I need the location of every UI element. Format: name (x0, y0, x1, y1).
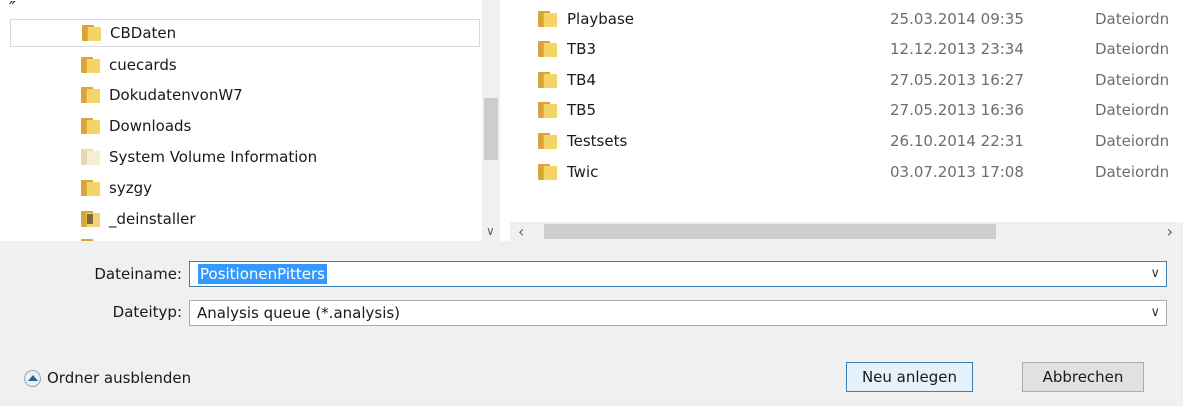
tree-item-label: System Volume Information (109, 148, 318, 166)
save-options-panel: Dateiname: PositionenPitters ∨ Dateityp:… (0, 241, 1183, 406)
file-date: 26.10.2014 22:31 (890, 131, 1024, 150)
folder-icon (81, 149, 100, 165)
folder-icon (538, 40, 557, 57)
file-date: 03.07.2013 17:08 (890, 162, 1024, 181)
folder-icon (81, 57, 100, 73)
tree-item-downloads[interactable]: Downloads (10, 112, 480, 140)
file-type: Dateiordn (1095, 39, 1170, 58)
filetype-select[interactable]: Analysis queue (*.analysis) ∨ (189, 300, 1167, 326)
folder-icon (538, 10, 557, 27)
tree-item-label: cuecards (109, 56, 177, 74)
filename-label: Dateiname: (94, 265, 182, 283)
scrollbar-thumb[interactable] (484, 98, 498, 160)
chevron-right-icon[interactable]: › (1167, 222, 1173, 241)
file-list-horizontal-scrollbar[interactable]: ‹ › (510, 222, 1183, 241)
folder-icon (81, 118, 100, 134)
folder-icon (81, 180, 100, 196)
file-row-tb4[interactable]: TB4 27.05.2013 16:27 Dateiordn (510, 64, 1183, 95)
tree-item-system-volume-information[interactable]: System Volume Information (10, 143, 480, 171)
file-type: Dateiordn (1095, 100, 1170, 119)
tree-item-label: Downloads (109, 117, 192, 135)
tree-item-syzgy[interactable]: syzgy (10, 174, 480, 202)
folder-icon (538, 132, 557, 149)
hide-folders-toggle[interactable]: Ordner ausblenden (24, 369, 191, 387)
file-type: Dateiordn (1095, 162, 1170, 181)
filename-input[interactable]: PositionenPitters ∨ (189, 261, 1167, 287)
folder-icon (82, 25, 101, 41)
scrollbar-thumb[interactable] (544, 224, 996, 239)
file-type: Dateiordn (1095, 131, 1170, 150)
file-date: 12.12.2013 23:34 (890, 39, 1024, 58)
tree-item-label: syzgy (109, 179, 152, 197)
filename-value: PositionenPitters (198, 264, 327, 284)
folder-icon (538, 101, 557, 118)
folder-tree: CBDaten cuecards DokudatenvonW7 Download… (0, 0, 500, 241)
filetype-value: Analysis queue (*.analysis) (197, 304, 401, 322)
cancel-button[interactable]: Abbrechen (1022, 362, 1144, 392)
special-folder-icon (81, 211, 100, 227)
tree-item-deinstaller[interactable]: _deinstaller (10, 205, 480, 233)
chevron-down-icon[interactable]: ∨ (1150, 266, 1160, 281)
file-list: Playbase 25.03.2014 09:35 Dateiordn TB3 … (510, 0, 1183, 222)
file-row-playbase[interactable]: Playbase 25.03.2014 09:35 Dateiordn (510, 3, 1183, 34)
file-name: TB4 (567, 70, 596, 89)
tree-item-cuecards[interactable]: cuecards (10, 51, 480, 79)
tree-item-label: DokudatenvonW7 (109, 86, 243, 104)
folder-icon (81, 87, 100, 103)
tree-vertical-scrollbar[interactable]: ∨ (482, 0, 500, 241)
file-date: 27.05.2013 16:36 (890, 100, 1024, 119)
folder-icon (538, 163, 557, 180)
folder-icon (538, 71, 557, 88)
file-name: Testsets (567, 131, 628, 150)
tree-item-label: CBDaten (110, 24, 177, 42)
tree-item-label: _deinstaller (109, 210, 196, 228)
hide-folders-label: Ordner ausblenden (47, 369, 192, 387)
collapse-up-icon[interactable] (24, 369, 41, 387)
file-type: Dateiordn (1095, 9, 1170, 28)
chevron-left-icon[interactable]: ‹ (518, 222, 524, 241)
create-button[interactable]: Neu anlegen (846, 362, 973, 392)
file-date: 25.03.2014 09:35 (890, 9, 1024, 28)
file-row-testsets[interactable]: Testsets 26.10.2014 22:31 Dateiordn (510, 125, 1183, 156)
file-name: Twic (567, 162, 599, 181)
file-row-tb5[interactable]: TB5 27.05.2013 16:36 Dateiordn (510, 94, 1183, 125)
file-name: TB5 (567, 100, 596, 119)
file-type: Dateiordn (1095, 70, 1170, 89)
tree-item-cbdaten[interactable]: CBDaten (10, 19, 480, 47)
file-date: 27.05.2013 16:27 (890, 70, 1024, 89)
file-row-twic[interactable]: Twic 03.07.2013 17:08 Dateiordn (510, 156, 1183, 187)
file-name: Playbase (567, 9, 635, 28)
chevron-down-icon[interactable]: ∨ (1150, 305, 1160, 320)
chevron-down-icon[interactable]: ∨ (486, 224, 495, 238)
tree-item-dokudaten[interactable]: DokudatenvonW7 (10, 81, 480, 109)
filetype-label: Dateityp: (112, 303, 182, 321)
tree-item-partial[interactable] (10, 233, 480, 241)
file-row-tb3[interactable]: TB3 12.12.2013 23:34 Dateiordn (510, 33, 1183, 64)
file-name: TB3 (567, 39, 596, 58)
